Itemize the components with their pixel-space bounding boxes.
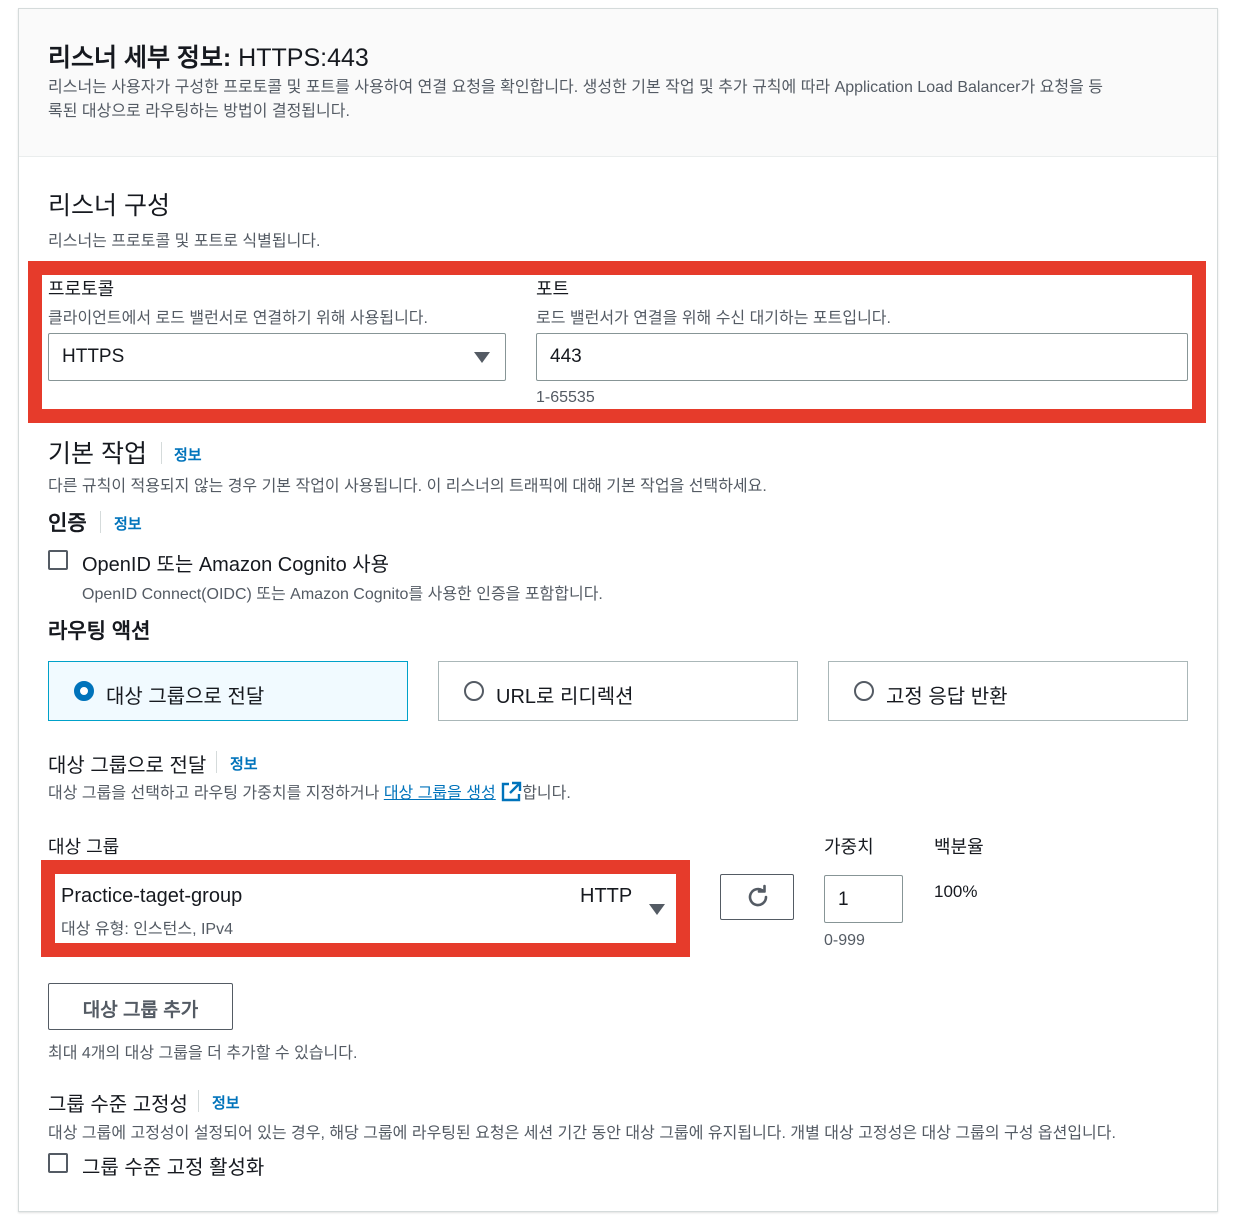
port-input[interactable]: 443 (536, 333, 1188, 381)
target-group-meta: 대상 유형: 인스턴스, IPv4 (61, 921, 234, 938)
stickiness-description: 대상 그룹에 고정성이 설정되어 있는 경우, 해당 그룹에 라우팅된 요청은 … (48, 1125, 1116, 1142)
divider (100, 511, 101, 533)
add-target-group-button-label: 대상 그룹 추가 (82, 1000, 199, 1021)
divider (198, 1090, 199, 1112)
target-group-name: Practice-taget-group (61, 885, 243, 907)
radio-unselected-icon (854, 681, 874, 701)
routing-option-fixed-response[interactable]: 고정 응답 반환 (828, 661, 1188, 721)
port-label: 포트 (536, 279, 570, 299)
target-group-protocol: HTTP (580, 885, 633, 907)
routing-option-fixed-response-label: 고정 응답 반환 (886, 686, 1008, 708)
forward-description-suffix: 합니다. (522, 785, 571, 802)
percent-label: 백분율 (934, 837, 984, 857)
page-description-line1: 리스너는 사용자가 구성한 프로토콜 및 포트를 사용하여 연결 요청을 확인합… (48, 79, 1103, 96)
auth-checkbox-description: OpenID Connect(OIDC) 또는 Amazon Cognito를 … (82, 586, 603, 603)
create-target-group-link[interactable]: 대상 그룹을 생성 (384, 785, 496, 802)
protocol-label: 프로토콜 (48, 279, 115, 299)
port-input-value: 443 (550, 346, 582, 367)
port-description: 로드 밸런서가 연결을 위해 수신 대기하는 포트입니다. (536, 310, 891, 327)
forward-description: 대상 그룹을 선택하고 라우팅 가중치를 지정하거나 대상 그룹을 생성 합니다… (48, 779, 571, 803)
listener-config-description: 리스너는 프로토콜 및 포트로 식별됩니다. (48, 233, 321, 250)
add-target-group-hint: 최대 4개의 대상 그룹을 더 추가할 수 있습니다. (48, 1045, 358, 1062)
page-title-label: 리스너 세부 정보: (48, 44, 232, 72)
listener-details-panel (18, 8, 1218, 1212)
divider (216, 751, 217, 773)
auth-info-link[interactable]: 정보 (114, 513, 142, 534)
stickiness-title: 그룹 수준 고정성 (48, 1094, 188, 1116)
caret-down-icon (649, 904, 665, 915)
default-action-description: 다른 규칙이 적용되지 않는 경우 기본 작업이 사용됩니다. 이 리스너의 트… (48, 478, 767, 495)
divider (161, 442, 162, 464)
weight-input[interactable]: 1 (824, 875, 903, 923)
stickiness-checkbox[interactable] (48, 1153, 68, 1173)
auth-checkbox[interactable] (48, 550, 68, 570)
external-link-icon[interactable] (500, 781, 522, 803)
stickiness-info-link[interactable]: 정보 (212, 1092, 240, 1113)
page-description-line2: 록된 대상으로 라우팅하는 방법이 결정됩니다. (48, 103, 350, 120)
refresh-button[interactable] (720, 874, 794, 920)
caret-down-icon (474, 352, 490, 363)
target-group-select[interactable]: Practice-taget-group HTTP 대상 유형: 인스턴스, I… (55, 874, 676, 943)
weight-input-value: 1 (838, 889, 849, 910)
page-title-value: HTTPS:443 (238, 44, 369, 72)
port-hint: 1-65535 (536, 389, 595, 406)
target-group-label: 대상 그룹 (48, 837, 120, 857)
radio-selected-icon (74, 681, 94, 701)
stickiness-checkbox-label[interactable]: 그룹 수준 고정 활성화 (82, 1151, 264, 1180)
listener-config-title: 리스너 구성 (48, 192, 170, 220)
forward-description-text: 대상 그룹을 선택하고 라우팅 가중치를 지정하거나 (48, 785, 380, 802)
add-target-group-button[interactable]: 대상 그룹 추가 (48, 983, 233, 1030)
weight-hint: 0-999 (824, 932, 865, 949)
page-description: 리스너는 사용자가 구성한 프로토콜 및 포트를 사용하여 연결 요청을 확인합… (48, 76, 1198, 124)
percent-value: 100% (934, 882, 978, 901)
page-title: 리스너 세부 정보: HTTPS:443 (48, 38, 369, 74)
routing-option-redirect-label: URL로 리디렉션 (496, 686, 634, 708)
routing-action-title: 라우팅 액션 (48, 620, 151, 643)
auth-checkbox-label[interactable]: OpenID 또는 Amazon Cognito 사용 (82, 548, 389, 577)
radio-unselected-icon (464, 681, 484, 701)
default-action-title: 기본 작업 (48, 440, 147, 468)
routing-option-forward-label: 대상 그룹으로 전달 (106, 686, 265, 708)
weight-label: 가중치 (824, 837, 874, 857)
default-action-info-link[interactable]: 정보 (174, 444, 202, 465)
forward-info-link[interactable]: 정보 (230, 753, 258, 774)
protocol-select[interactable]: HTTPS (48, 333, 506, 381)
routing-option-redirect[interactable]: URL로 리디렉션 (438, 661, 798, 721)
protocol-select-value: HTTPS (62, 346, 125, 367)
auth-title: 인증 (48, 512, 87, 535)
refresh-icon (748, 884, 768, 907)
protocol-description: 클라이언트에서 로드 밸런서로 연결하기 위해 사용됩니다. (48, 310, 428, 327)
routing-option-forward[interactable]: 대상 그룹으로 전달 (48, 661, 408, 721)
forward-title: 대상 그룹으로 전달 (48, 755, 207, 777)
